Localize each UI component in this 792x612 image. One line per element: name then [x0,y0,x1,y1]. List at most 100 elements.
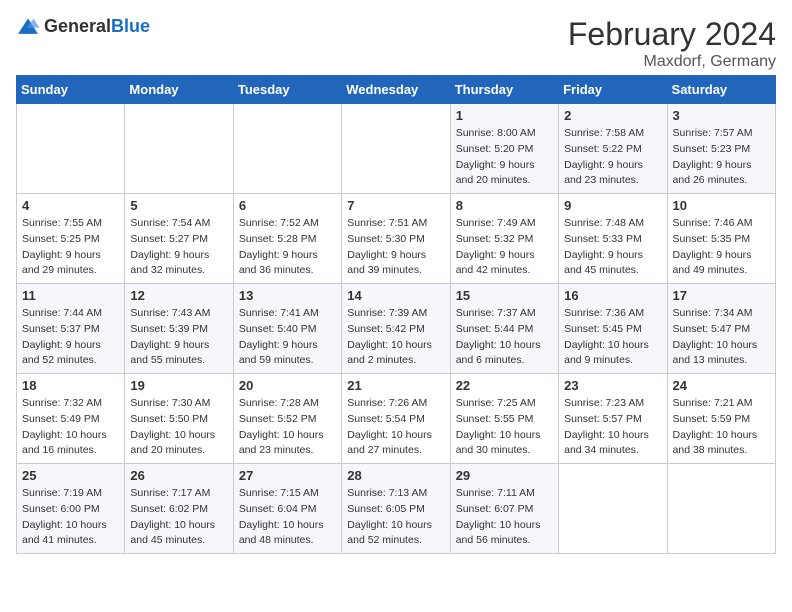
day-of-week-header: Tuesday [233,76,341,104]
calendar-cell: 2Sunrise: 7:58 AM Sunset: 5:22 PM Daylig… [559,104,667,194]
day-of-week-header: Friday [559,76,667,104]
calendar-cell: 25 Sunrise: 7:19 AM Sunset: 6:00 PM Dayli… [17,464,125,554]
day-of-week-header: Thursday [450,76,558,104]
day-number: 21 [347,378,444,393]
calendar-table: SundayMondayTuesdayWednesdayThursdayFrid… [16,75,776,554]
calendar-cell: 17 Sunrise: 7:34 AM Sunset: 5:47 PM Dayli… [667,284,775,374]
calendar-cell: 13 Sunrise: 7:41 AM Sunset: 5:40 PM Dayli… [233,284,341,374]
day-info: Sunrise: 7:30 AM Sunset: 5:50 PM Dayligh… [130,396,227,459]
day-info: Sunrise: 7:21 AM Sunset: 5:59 PM Dayligh… [673,396,770,459]
day-number: 22 [456,378,553,393]
day-info: Sunrise: 7:44 AM Sunset: 5:37 PM Dayligh… [22,306,119,369]
calendar-cell: 3 Sunrise: 7:57 AM Sunset: 5:23 PM Daylig… [667,104,775,194]
day-info: Sunrise: 7:37 AM Sunset: 5:44 PM Dayligh… [456,306,553,369]
day-number: 23 [564,378,661,393]
day-number: 15 [456,288,553,303]
day-info: Sunrise: 7:41 AM Sunset: 5:40 PM Dayligh… [239,306,336,369]
day-number: 3 [673,108,770,123]
day-number: 26 [130,468,227,483]
day-number: 19 [130,378,227,393]
calendar-week-row: 1 Sunrise: 8:00 AM Sunset: 5:20 PM Daylig… [17,104,776,194]
calendar-week-row: 25 Sunrise: 7:19 AM Sunset: 6:00 PM Dayli… [17,464,776,554]
calendar-cell: 9 Sunrise: 7:48 AM Sunset: 5:33 PM Daylig… [559,194,667,284]
main-title: February 2024 [568,16,776,53]
day-info: Sunrise: 7:57 AM Sunset: 5:23 PM Dayligh… [673,126,770,189]
day-info: Sunrise: 7:39 AM Sunset: 5:42 PM Dayligh… [347,306,444,369]
calendar-cell: 11 Sunrise: 7:44 AM Sunset: 5:37 PM Dayli… [17,284,125,374]
day-number: 9 [564,198,661,213]
calendar-cell: 1 Sunrise: 8:00 AM Sunset: 5:20 PM Daylig… [450,104,558,194]
day-info: Sunrise: 7:46 AM Sunset: 5:35 PM Dayligh… [673,216,770,279]
day-of-week-header: Monday [125,76,233,104]
day-number: 4 [22,198,119,213]
day-info: Sunrise: 7:51 AM Sunset: 5:30 PM Dayligh… [347,216,444,279]
day-info: Sunrise: 7:58 AM Sunset: 5:22 PM Dayligh… [564,126,661,189]
day-info: Sunrise: 7:17 AM Sunset: 6:02 PM Dayligh… [130,486,227,549]
day-of-week-header: Sunday [17,76,125,104]
calendar-cell: 6 Sunrise: 7:52 AM Sunset: 5:28 PM Daylig… [233,194,341,284]
logo-text: GeneralBlue [44,16,150,37]
calendar-cell: 23 Sunrise: 7:23 AM Sunset: 5:57 PM Dayli… [559,374,667,464]
header-area: GeneralBlue February 2024 Maxdorf, Germa… [16,16,776,71]
calendar-cell: 10 Sunrise: 7:46 AM Sunset: 5:35 PM Dayli… [667,194,775,284]
day-number: 29 [456,468,553,483]
calendar-cell [667,464,775,554]
day-info: Sunrise: 7:36 AM Sunset: 5:45 PM Dayligh… [564,306,661,369]
day-info: Sunrise: 7:54 AM Sunset: 5:27 PM Dayligh… [130,216,227,279]
day-info: Sunrise: 7:15 AM Sunset: 6:04 PM Dayligh… [239,486,336,549]
calendar-cell: 16 Sunrise: 7:36 AM Sunset: 5:45 PM Dayli… [559,284,667,374]
day-number: 27 [239,468,336,483]
day-number: 11 [22,288,119,303]
calendar-cell: 29Sunrise: 7:11 AM Sunset: 6:07 PM Dayli… [450,464,558,554]
calendar-cell [17,104,125,194]
calendar-cell: 27 Sunrise: 7:15 AM Sunset: 6:04 PM Dayli… [233,464,341,554]
day-number: 17 [673,288,770,303]
header-row: SundayMondayTuesdayWednesdayThursdayFrid… [17,76,776,104]
calendar-week-row: 11 Sunrise: 7:44 AM Sunset: 5:37 PM Dayli… [17,284,776,374]
day-info: Sunrise: 7:34 AM Sunset: 5:47 PM Dayligh… [673,306,770,369]
day-number: 12 [130,288,227,303]
title-area: February 2024 Maxdorf, Germany [568,16,776,71]
day-of-week-header: Saturday [667,76,775,104]
calendar-cell: 24 Sunrise: 7:21 AM Sunset: 5:59 PM Dayli… [667,374,775,464]
calendar-cell: 28Sunrise: 7:13 AM Sunset: 6:05 PM Dayli… [342,464,450,554]
day-info: Sunrise: 8:00 AM Sunset: 5:20 PM Dayligh… [456,126,553,189]
day-info: Sunrise: 7:26 AM Sunset: 5:54 PM Dayligh… [347,396,444,459]
day-number: 13 [239,288,336,303]
day-number: 1 [456,108,553,123]
day-number: 5 [130,198,227,213]
calendar-cell: 21 Sunrise: 7:26 AM Sunset: 5:54 PM Dayli… [342,374,450,464]
day-number: 25 [22,468,119,483]
day-number: 10 [673,198,770,213]
day-number: 24 [673,378,770,393]
day-number: 14 [347,288,444,303]
calendar-cell: 26 Sunrise: 7:17 AM Sunset: 6:02 PM Dayli… [125,464,233,554]
day-info: Sunrise: 7:43 AM Sunset: 5:39 PM Dayligh… [130,306,227,369]
calendar-cell: 22 Sunrise: 7:25 AM Sunset: 5:55 PM Dayli… [450,374,558,464]
calendar-cell: 20Sunrise: 7:28 AM Sunset: 5:52 PM Dayli… [233,374,341,464]
logo-icon [16,17,40,37]
calendar-cell: 14 Sunrise: 7:39 AM Sunset: 5:42 PM Dayli… [342,284,450,374]
day-number: 28 [347,468,444,483]
calendar-cell: 7Sunrise: 7:51 AM Sunset: 5:30 PM Daylig… [342,194,450,284]
day-number: 6 [239,198,336,213]
calendar-body: 1 Sunrise: 8:00 AM Sunset: 5:20 PM Daylig… [17,104,776,554]
day-info: Sunrise: 7:48 AM Sunset: 5:33 PM Dayligh… [564,216,661,279]
day-info: Sunrise: 7:19 AM Sunset: 6:00 PM Dayligh… [22,486,119,549]
day-info: Sunrise: 7:55 AM Sunset: 5:25 PM Dayligh… [22,216,119,279]
calendar-header: SundayMondayTuesdayWednesdayThursdayFrid… [17,76,776,104]
day-info: Sunrise: 7:23 AM Sunset: 5:57 PM Dayligh… [564,396,661,459]
day-info: Sunrise: 7:25 AM Sunset: 5:55 PM Dayligh… [456,396,553,459]
calendar-cell: 15 Sunrise: 7:37 AM Sunset: 5:44 PM Dayli… [450,284,558,374]
day-info: Sunrise: 7:28 AM Sunset: 5:52 PM Dayligh… [239,396,336,459]
day-number: 16 [564,288,661,303]
calendar-cell: 19 Sunrise: 7:30 AM Sunset: 5:50 PM Dayli… [125,374,233,464]
day-of-week-header: Wednesday [342,76,450,104]
day-info: Sunrise: 7:52 AM Sunset: 5:28 PM Dayligh… [239,216,336,279]
calendar-cell [233,104,341,194]
calendar-cell: 8 Sunrise: 7:49 AM Sunset: 5:32 PM Daylig… [450,194,558,284]
day-number: 8 [456,198,553,213]
calendar-cell [125,104,233,194]
calendar-cell [342,104,450,194]
day-info: Sunrise: 7:49 AM Sunset: 5:32 PM Dayligh… [456,216,553,279]
